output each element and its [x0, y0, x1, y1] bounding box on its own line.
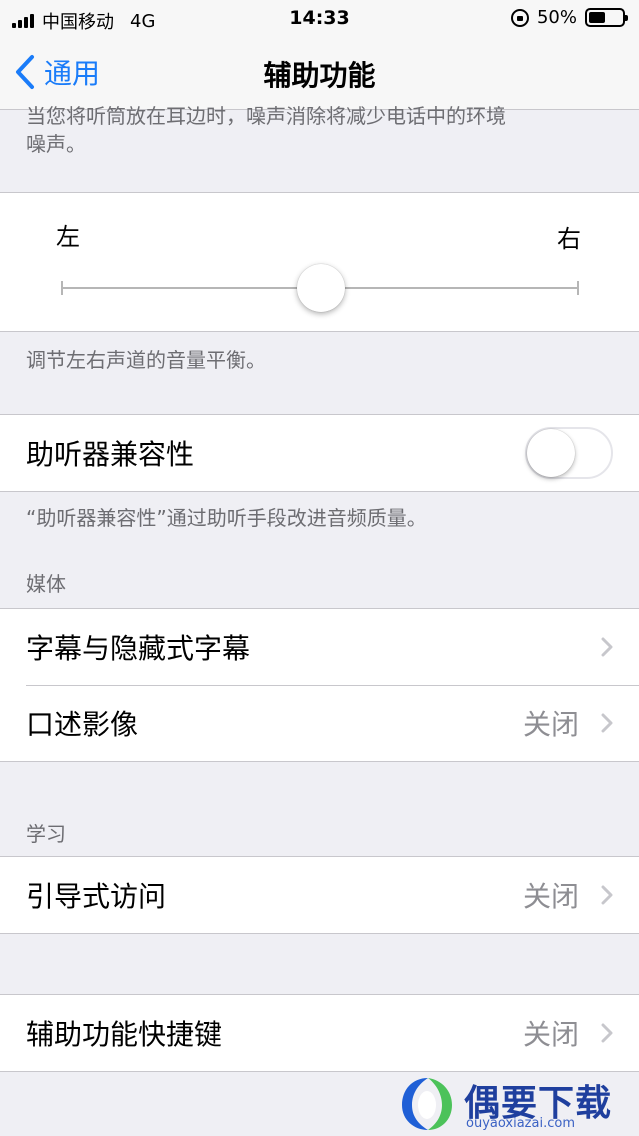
balance-right-label: 右 — [557, 225, 581, 253]
hearing-aid-toggle[interactable] — [525, 427, 613, 479]
balance-group: 左 右 — [0, 192, 639, 332]
shortcut-group: 辅助功能快捷键 关闭 — [0, 994, 639, 1072]
settings-content[interactable]: 当您将听筒放在耳边时，噪声消除将减少电话中的环境噪声。 左 右 调节左右声道的音… — [0, 104, 639, 1072]
chevron-right-icon — [601, 637, 613, 657]
captions-label: 字幕与隐藏式字幕 — [26, 632, 251, 665]
learning-section-header: 学习 — [26, 822, 66, 846]
page-title: 辅助功能 — [263, 59, 376, 92]
battery-fill — [589, 12, 605, 23]
balance-left-tick — [61, 281, 63, 295]
toggle-knob — [527, 429, 575, 477]
audio-description-cell[interactable]: 口述影像 关闭 — [0, 685, 639, 761]
noise-cancellation-footer: 当您将听筒放在耳边时，噪声消除将减少电话中的环境噪声。 — [26, 104, 506, 156]
navigation-bar: 通用 辅助功能 — [0, 36, 639, 110]
accessibility-shortcut-cell[interactable]: 辅助功能快捷键 关闭 — [0, 995, 639, 1071]
hearing-aid-label: 助听器兼容性 — [26, 438, 195, 471]
battery-icon — [585, 8, 628, 27]
balance-right-tick — [577, 281, 579, 295]
hearing-aid-footer: “助听器兼容性”通过助听手段改进音频质量。 — [26, 506, 427, 530]
watermark-subtitle: ouyaoxiazai.com — [466, 1116, 575, 1131]
hearing-aid-group: 助听器兼容性 — [0, 414, 639, 492]
audio-description-value: 关闭 — [522, 708, 579, 741]
chevron-right-icon — [601, 1023, 613, 1043]
guided-access-label: 引导式访问 — [26, 880, 167, 913]
guided-access-value: 关闭 — [522, 880, 579, 913]
balance-left-label: 左 — [56, 223, 80, 251]
captions-cell[interactable]: 字幕与隐藏式字幕 — [0, 609, 639, 685]
media-group: 字幕与隐藏式字幕 口述影像 关闭 — [0, 608, 639, 762]
status-right: 50% — [510, 7, 628, 28]
status-bar: 中国移动 4G 14:33 50% — [0, 0, 639, 36]
hearing-aid-cell[interactable]: 助听器兼容性 — [0, 415, 639, 491]
balance-footer: 调节左右声道的音量平衡。 — [26, 348, 266, 372]
watermark: 偶要下载站 ouyaoxiazai.com — [398, 1068, 639, 1136]
media-section-header: 媒体 — [26, 572, 66, 596]
balance-slider-cell: 左 右 — [0, 193, 639, 331]
guided-access-cell[interactable]: 引导式访问 关闭 — [0, 857, 639, 933]
battery-percent: 50% — [536, 7, 577, 28]
chevron-right-icon — [601, 713, 613, 733]
rotation-lock-icon — [510, 8, 529, 27]
watermark-logo-icon — [402, 1078, 452, 1130]
accessibility-shortcut-label: 辅助功能快捷键 — [26, 1018, 223, 1051]
audio-description-label: 口述影像 — [26, 708, 139, 741]
accessibility-shortcut-value: 关闭 — [522, 1018, 579, 1051]
balance-slider-thumb[interactable] — [296, 264, 345, 312]
chevron-right-icon — [601, 885, 613, 905]
learning-group: 引导式访问 关闭 — [0, 856, 639, 934]
